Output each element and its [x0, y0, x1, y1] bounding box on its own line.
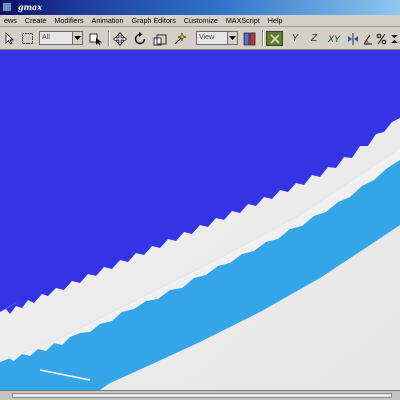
app-icon[interactable]	[2, 2, 12, 12]
axis-z-icon[interactable]: Z	[306, 31, 322, 46]
toolbar-separator	[108, 30, 109, 47]
main-toolbar: All View Y Z XY	[0, 27, 400, 50]
viewport-scene	[0, 50, 400, 390]
menu-graph-editors[interactable]: Graph Editors	[128, 15, 180, 27]
rotate-icon[interactable]	[132, 31, 148, 46]
title-bar: gmax	[0, 0, 400, 15]
selection-filter-value: All	[42, 34, 50, 41]
menu-modifiers[interactable]: Modifiers	[50, 15, 87, 27]
axis-y-icon[interactable]: Y	[287, 31, 303, 46]
menu-customize[interactable]: Customize	[180, 15, 222, 27]
snap-icon[interactable]	[172, 31, 188, 46]
coordinate-system-dropdown[interactable]: View	[196, 31, 238, 45]
time-slider-track[interactable]	[12, 393, 392, 398]
menu-animation[interactable]: Animation	[88, 15, 128, 27]
mirror-icon[interactable]	[346, 31, 360, 46]
select-by-name-icon[interactable]	[88, 31, 104, 46]
spinner-snap-icon[interactable]	[388, 31, 400, 46]
coordinate-system-value: View	[199, 34, 215, 41]
axis-z-label: Z	[310, 33, 318, 44]
region-select-icon[interactable]	[20, 31, 36, 46]
axis-y-label: Y	[291, 33, 299, 44]
menu-help[interactable]: Help	[264, 15, 287, 27]
axis-xy-icon[interactable]: XY	[325, 31, 343, 46]
window-title: gmax	[18, 2, 43, 12]
menu-views[interactable]: ews	[0, 15, 21, 27]
pivot-center-icon[interactable]	[242, 31, 258, 46]
move-icon[interactable]	[112, 31, 128, 46]
menu-maxscript[interactable]: MAXScript	[222, 15, 264, 27]
axis-x-icon[interactable]	[266, 31, 283, 46]
percent-snap-icon[interactable]	[375, 31, 387, 46]
viewport-perspective[interactable]	[0, 50, 400, 390]
menu-create[interactable]: Create	[21, 15, 51, 27]
angle-snap-icon[interactable]	[361, 31, 375, 46]
axis-xy-label: XY	[327, 33, 340, 44]
chevron-down-icon	[227, 32, 237, 44]
scale-icon[interactable]	[152, 31, 168, 46]
arrow-select-icon[interactable]	[2, 31, 16, 46]
chevron-down-icon	[72, 32, 82, 44]
selection-filter-dropdown[interactable]: All	[39, 31, 83, 45]
toolbar-separator	[262, 30, 263, 47]
menu-bar: ews Create Modifiers Animation Graph Edi…	[0, 15, 400, 27]
time-slider-bar[interactable]	[0, 390, 400, 400]
